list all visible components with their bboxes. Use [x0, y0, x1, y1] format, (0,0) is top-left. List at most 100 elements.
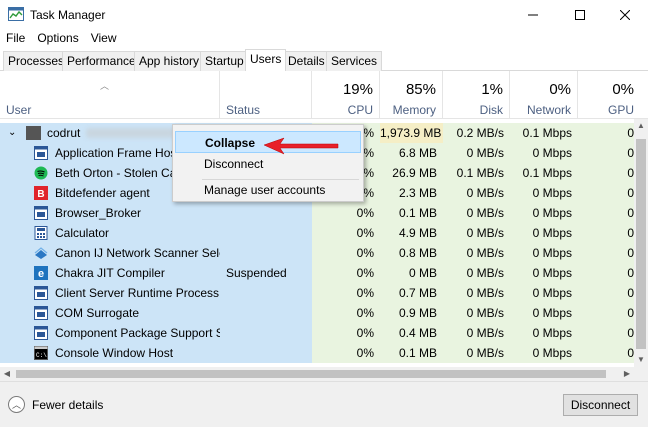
- process-gpu: 0: [578, 143, 634, 163]
- redacted-name: [86, 128, 174, 138]
- process-network: 0 Mbps: [510, 183, 578, 203]
- process-disk: 0 MB/s: [443, 303, 510, 323]
- process-gpu: 0: [578, 263, 634, 283]
- maximize-icon: [575, 10, 585, 20]
- table-row[interactable]: Client Server Runtime Process 0% 0.7 MB 0 M…: [0, 283, 634, 303]
- calculator-icon: [34, 226, 48, 240]
- scroll-up-icon[interactable]: ▲: [634, 119, 648, 133]
- tab-strip: Processes Performance App history Startu…: [0, 49, 648, 71]
- process-name: COM Surrogate: [55, 306, 140, 320]
- process-disk: 0 MB/s: [443, 183, 510, 203]
- column-network[interactable]: 0% Network: [510, 71, 578, 119]
- process-cpu: 0%: [312, 223, 380, 243]
- column-user[interactable]: ︿ User: [0, 71, 220, 119]
- table-row[interactable]: Browser_Broker 0% 0.1 MB 0 MB/s 0 Mbps 0: [0, 203, 634, 223]
- tab-app-history[interactable]: App history: [134, 51, 205, 71]
- tab-processes[interactable]: Processes: [3, 51, 70, 71]
- table-row[interactable]: Canon IJ Network Scanner Sele... 0% 0.8 MB…: [0, 243, 634, 263]
- scroll-thumb[interactable]: [636, 139, 646, 349]
- process-cpu: 0%: [312, 323, 380, 343]
- horizontal-scrollbar[interactable]: ◀ ▶: [0, 367, 648, 381]
- process-network: 0 Mbps: [510, 143, 578, 163]
- process-name: Calculator: [55, 226, 110, 240]
- app-frame-icon: [34, 206, 48, 220]
- tab-services[interactable]: Services: [326, 51, 383, 71]
- process-cpu: 0%: [312, 343, 380, 363]
- process-disk: 0 MB/s: [443, 203, 510, 223]
- scroll-right-icon[interactable]: ▶: [620, 367, 634, 381]
- console-icon: C:\: [34, 346, 48, 360]
- process-gpu: 0: [578, 283, 634, 303]
- column-disk[interactable]: 1% Disk: [443, 71, 510, 119]
- menu-options[interactable]: Options: [31, 29, 84, 47]
- column-memory[interactable]: 85% Memory: [380, 71, 443, 119]
- process-network: 0 Mbps: [510, 243, 578, 263]
- process-memory: 0.8 MB: [380, 243, 443, 263]
- process-disk: 0 MB/s: [443, 343, 510, 363]
- app-frame-icon: [34, 306, 48, 320]
- close-button[interactable]: [602, 0, 648, 30]
- process-gpu: 0: [578, 343, 634, 363]
- table-row[interactable]: COM Surrogate 0% 0.9 MB 0 MB/s 0 Mbps 0: [0, 303, 634, 323]
- process-name: Component Package Support S...: [55, 326, 220, 340]
- process-cpu: 0%: [312, 283, 380, 303]
- column-gpu[interactable]: 0% GPU: [578, 71, 634, 119]
- process-memory: 0.1 MB: [380, 203, 443, 223]
- minimize-button[interactable]: [510, 0, 556, 30]
- users-grid: ︿ User Status 19% CPU 85% Memory 1% Disk…: [0, 71, 648, 367]
- app-frame-icon: [34, 146, 48, 160]
- process-disk: 0 MB/s: [443, 263, 510, 283]
- tab-startup[interactable]: Startup: [200, 51, 249, 71]
- minimize-icon: [528, 14, 538, 16]
- svg-text:C:\: C:\: [36, 352, 47, 359]
- process-memory: 26.9 MB: [380, 163, 443, 183]
- fewer-details-button[interactable]: ︿ Fewer details: [8, 396, 103, 413]
- process-gpu: 0: [578, 323, 634, 343]
- table-row[interactable]: e Chakra JIT Compiler Suspended 0% 0 MB 0 MB/…: [0, 263, 634, 283]
- tab-details[interactable]: Details: [283, 51, 330, 71]
- process-network: 0 Mbps: [510, 343, 578, 363]
- tab-performance[interactable]: Performance: [62, 51, 141, 71]
- process-disk: 0 MB/s: [443, 223, 510, 243]
- process-status: [220, 223, 312, 243]
- process-memory: 0.4 MB: [380, 323, 443, 343]
- disconnect-button[interactable]: Disconnect: [563, 394, 638, 416]
- scroll-down-icon[interactable]: ▼: [634, 353, 648, 367]
- chevron-down-icon[interactable]: ⌄: [8, 123, 16, 143]
- process-memory: 0.9 MB: [380, 303, 443, 323]
- spotify-icon: [34, 166, 48, 180]
- h-scroll-thumb[interactable]: [16, 370, 606, 378]
- avatar: [26, 126, 41, 140]
- column-status[interactable]: Status: [220, 71, 312, 119]
- process-name: Application Frame Host: [55, 146, 180, 160]
- table-row[interactable]: C:\ Console Window Host 0% 0.1 MB 0 MB/s 0 Mb…: [0, 343, 634, 363]
- svg-text:B: B: [37, 189, 44, 200]
- process-disk: 0.1 MB/s: [443, 163, 510, 183]
- process-status: [220, 243, 312, 263]
- scroll-left-icon[interactable]: ◀: [0, 367, 14, 381]
- column-cpu[interactable]: 19% CPU: [312, 71, 380, 119]
- process-cpu: 0%: [312, 243, 380, 263]
- process-memory: 0 MB: [380, 263, 443, 283]
- process-network: 0 Mbps: [510, 223, 578, 243]
- tab-users[interactable]: Users: [245, 49, 287, 71]
- edge-icon: e: [34, 266, 48, 280]
- menu-item-disconnect[interactable]: Disconnect: [175, 153, 361, 175]
- maximize-button[interactable]: [557, 0, 603, 30]
- footer: ︿ Fewer details Disconnect: [0, 381, 648, 427]
- process-name: Chakra JIT Compiler: [55, 266, 165, 280]
- process-network: 0 Mbps: [510, 283, 578, 303]
- process-network: 0 Mbps: [510, 203, 578, 223]
- process-name: Client Server Runtime Process: [55, 286, 220, 300]
- task-manager-icon: [8, 7, 24, 21]
- column-header-row: ︿ User Status 19% CPU 85% Memory 1% Disk…: [0, 71, 648, 119]
- menu-file[interactable]: File: [0, 29, 31, 47]
- title-bar: Task Manager: [0, 0, 648, 30]
- table-row[interactable]: Calculator 0% 4.9 MB 0 MB/s 0 Mbps 0: [0, 223, 634, 243]
- vertical-scrollbar[interactable]: ▲ ▼: [634, 119, 648, 367]
- table-row[interactable]: Component Package Support S... 0% 0.4 MB 0 …: [0, 323, 634, 343]
- menu-view[interactable]: View: [85, 29, 123, 47]
- menu-item-manage-accounts[interactable]: Manage user accounts: [175, 179, 361, 201]
- sort-up-icon: ︿: [100, 81, 110, 91]
- process-memory: 0.1 MB: [380, 343, 443, 363]
